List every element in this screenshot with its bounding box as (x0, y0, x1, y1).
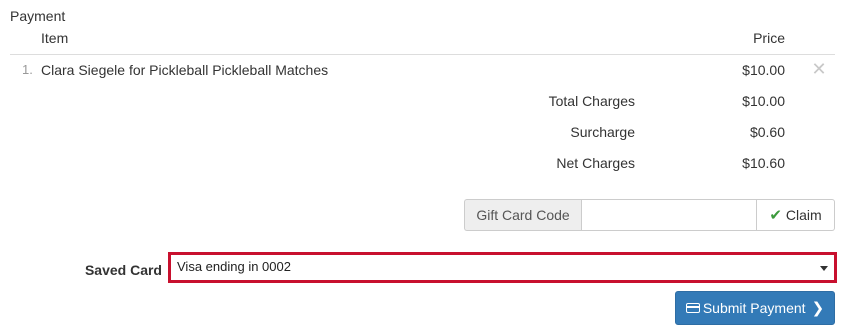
row-number: 1. (22, 62, 33, 77)
price-column-header: Price (753, 30, 785, 46)
item-column-header: Item (41, 30, 69, 46)
submit-payment-button[interactable]: Submit Payment ❯ (675, 291, 835, 325)
surcharge-label: Surcharge (570, 124, 635, 140)
total-charges-value: $10.00 (742, 93, 785, 109)
check-icon: ✔ (769, 206, 782, 224)
caret-down-icon (820, 266, 828, 271)
claim-button-label: Claim (785, 207, 822, 223)
claim-button[interactable]: ✔ Claim (757, 199, 835, 231)
gift-card-code-label: Gift Card Code (464, 199, 581, 231)
header-divider (10, 54, 835, 55)
payment-section-title: Payment (10, 8, 66, 24)
total-charges-label: Total Charges (548, 93, 635, 109)
row-price: $10.00 (742, 62, 785, 78)
saved-card-label: Saved Card (84, 262, 162, 278)
saved-card-selected-value: Visa ending in 0002 (177, 259, 291, 274)
remove-item-icon[interactable]: ✕ (811, 58, 827, 80)
gift-card-group: Gift Card Code ✔ Claim (464, 199, 835, 231)
surcharge-value: $0.60 (749, 124, 785, 140)
row-description: Clara Siegele for Pickleball Pickleball … (41, 62, 329, 78)
saved-card-select[interactable]: Visa ending in 0002 (168, 252, 837, 283)
net-charges-value: $10.60 (742, 155, 785, 171)
credit-card-icon (685, 303, 700, 313)
net-charges-label: Net Charges (556, 155, 635, 171)
submit-payment-label: Submit Payment (702, 300, 806, 316)
chevron-right-icon: ❯ (811, 300, 825, 317)
gift-card-code-input[interactable] (581, 199, 757, 231)
